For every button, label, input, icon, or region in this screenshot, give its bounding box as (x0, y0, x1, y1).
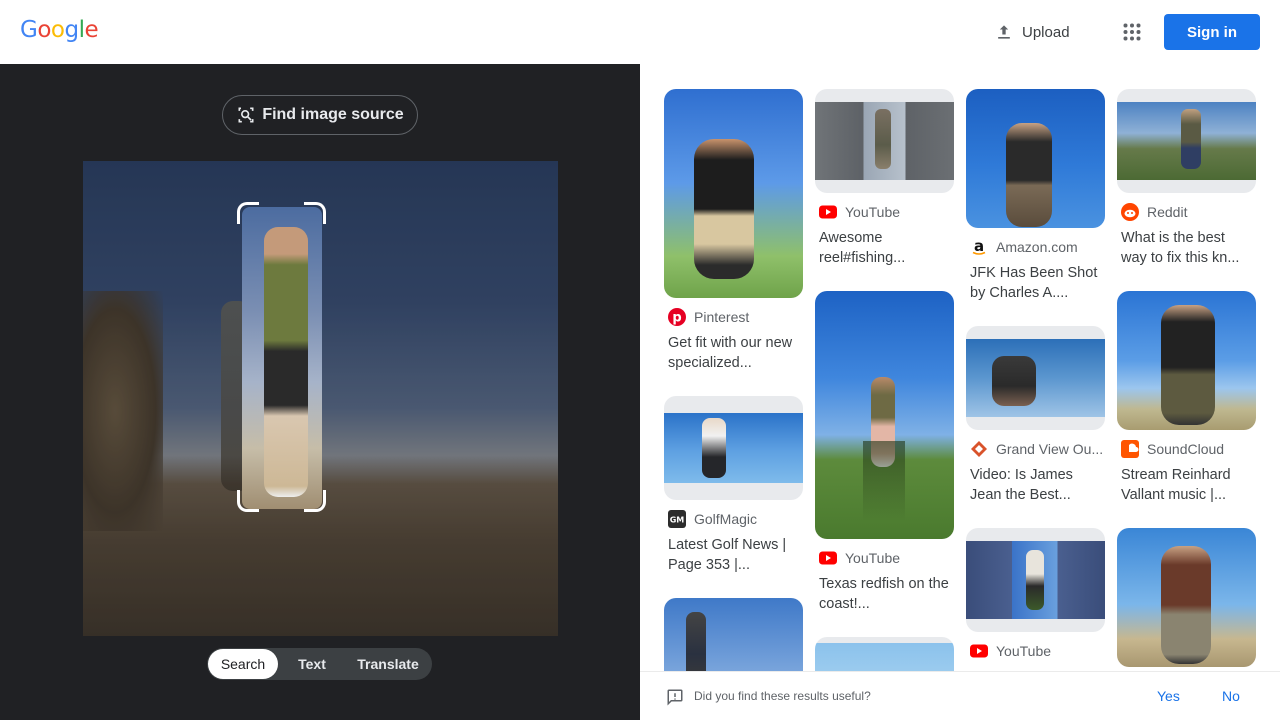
result-source: SoundCloud (1117, 440, 1256, 458)
logo-letter: G (20, 17, 38, 43)
tab-translate[interactable]: Translate (346, 649, 430, 679)
result-title[interactable]: Awesome reel#fishing... (815, 228, 950, 268)
golfmagic-icon: GM (668, 510, 686, 528)
grandview-icon (970, 440, 988, 458)
feedback-icon (667, 689, 683, 706)
result-thumbnail[interactable] (966, 528, 1105, 632)
result-source-name: Amazon.com (996, 239, 1078, 255)
logo-letter: g (64, 17, 79, 43)
youtube-icon (819, 203, 837, 221)
result-card[interactable]: Grand View Ou... Video: Is James Jean th… (966, 326, 1105, 505)
soundcloud-icon (1121, 440, 1139, 458)
tab-text[interactable]: Text (278, 649, 346, 679)
result-source-name: YouTube (996, 643, 1052, 659)
amazon-icon: a (970, 238, 988, 256)
svg-text:GM: GM (670, 516, 685, 525)
sign-in-button[interactable]: Sign in (1164, 14, 1260, 50)
logo-letter: o (50, 17, 65, 43)
youtube-icon (819, 549, 837, 567)
result-card[interactable]: Reddit What is the best way to fix this … (1117, 89, 1256, 268)
result-source: GM GolfMagic (664, 510, 803, 528)
golfer-figure (264, 227, 308, 497)
upload-button[interactable]: Upload (984, 14, 1080, 50)
result-card[interactable] (664, 598, 803, 671)
result-thumbnail[interactable] (815, 291, 954, 539)
selected-crop-region[interactable] (242, 207, 322, 509)
result-card[interactable]: YouTube Awesome reel#fishing... (815, 89, 954, 268)
crop-handle-bottom-left[interactable] (237, 490, 259, 512)
upload-label: Upload (1022, 23, 1070, 41)
result-card[interactable]: a Amazon.com JFK Has Been Shot by Charle… (966, 89, 1105, 303)
result-thumbnail[interactable] (664, 396, 803, 500)
result-title[interactable]: Get fit with our new specialized... (664, 333, 799, 373)
feedback-bar: Did you find these results useful? Yes N… (640, 671, 1280, 720)
result-thumbnail[interactable] (664, 598, 803, 671)
result-source: Reddit (1117, 203, 1256, 221)
tab-search[interactable]: Search (208, 649, 278, 679)
reddit-icon (1121, 203, 1139, 221)
result-source-name: YouTube (845, 550, 901, 566)
result-thumbnail[interactable] (1117, 291, 1256, 430)
google-logo[interactable]: Google (20, 17, 99, 43)
visual-matches-grid: p Pinterest Get fit with our new special… (640, 64, 1280, 671)
result-card[interactable]: SoundCloud Stream Reinhard Vallant music… (1117, 291, 1256, 505)
result-title[interactable]: What is the best way to fix this kn... (1117, 228, 1252, 268)
result-title[interactable]: Latest Golf News | Page 353 |... (664, 535, 799, 575)
search-image (83, 161, 558, 636)
image-viewer-panel: Find image source Search Text Translate (0, 64, 640, 720)
result-thumbnail[interactable] (664, 89, 803, 298)
result-source-name: SoundCloud (1147, 441, 1225, 457)
result-source-name: Pinterest (694, 309, 750, 325)
youtube-icon (970, 642, 988, 660)
result-title[interactable]: Texas redfish on the coast!... (815, 574, 950, 614)
google-apps-button[interactable] (1114, 14, 1150, 50)
result-title[interactable]: Stream Reinhard Vallant music |... (1117, 465, 1252, 505)
logo-letter: o (37, 17, 51, 43)
result-source-name: Grand View Ou... (996, 441, 1104, 457)
result-thumbnail[interactable] (815, 89, 954, 193)
result-card[interactable]: p Pinterest Get fit with our new special… (664, 89, 803, 373)
result-thumbnail[interactable] (815, 637, 954, 671)
svg-text:p: p (672, 311, 681, 326)
result-thumbnail[interactable] (1117, 528, 1256, 667)
feedback-question: Did you find these results useful? (694, 689, 871, 703)
feedback-yes-button[interactable]: Yes (1157, 688, 1180, 704)
lens-search-icon (238, 107, 254, 123)
result-source: Grand View Ou... (966, 440, 1105, 458)
result-thumbnail[interactable] (966, 326, 1105, 430)
result-source: YouTube (815, 549, 954, 567)
find-image-source-label: Find image source (262, 106, 404, 123)
upload-icon (998, 25, 1010, 39)
logo-letter: e (84, 17, 99, 43)
result-source-name: YouTube (845, 204, 901, 220)
crop-handle-top-left[interactable] (237, 202, 259, 224)
apps-grid-icon (1123, 23, 1141, 41)
header: Google Upload Sign in (0, 0, 1280, 64)
result-title[interactable]: JFK Has Been Shot by Charles A.... (966, 263, 1101, 303)
result-source: a Amazon.com (966, 238, 1105, 256)
result-card[interactable]: GM GolfMagic Latest Golf News | Page 353… (664, 396, 803, 575)
feedback-no-button[interactable]: No (1222, 688, 1240, 704)
crop-handle-top-right[interactable] (304, 202, 326, 224)
svg-text:a: a (974, 238, 984, 255)
result-card[interactable] (1117, 528, 1256, 667)
find-image-source-button[interactable]: Find image source (222, 95, 418, 135)
result-card[interactable]: YouTube (966, 528, 1105, 660)
result-thumbnail[interactable] (966, 89, 1105, 228)
result-source: YouTube (815, 203, 954, 221)
crop-handle-bottom-right[interactable] (304, 490, 326, 512)
result-thumbnail[interactable] (1117, 89, 1256, 193)
result-source-name: GolfMagic (694, 511, 758, 527)
pinterest-icon: p (668, 308, 686, 326)
result-title[interactable]: Video: Is James Jean the Best... (966, 465, 1101, 505)
lens-mode-switch: Search Text Translate (207, 648, 432, 680)
result-source: p Pinterest (664, 308, 803, 326)
result-card[interactable]: YouTube Texas redfish on the coast!... (815, 291, 954, 614)
result-source-name: Reddit (1147, 204, 1188, 220)
result-card[interactable] (815, 637, 954, 671)
result-source: YouTube (966, 642, 1105, 660)
